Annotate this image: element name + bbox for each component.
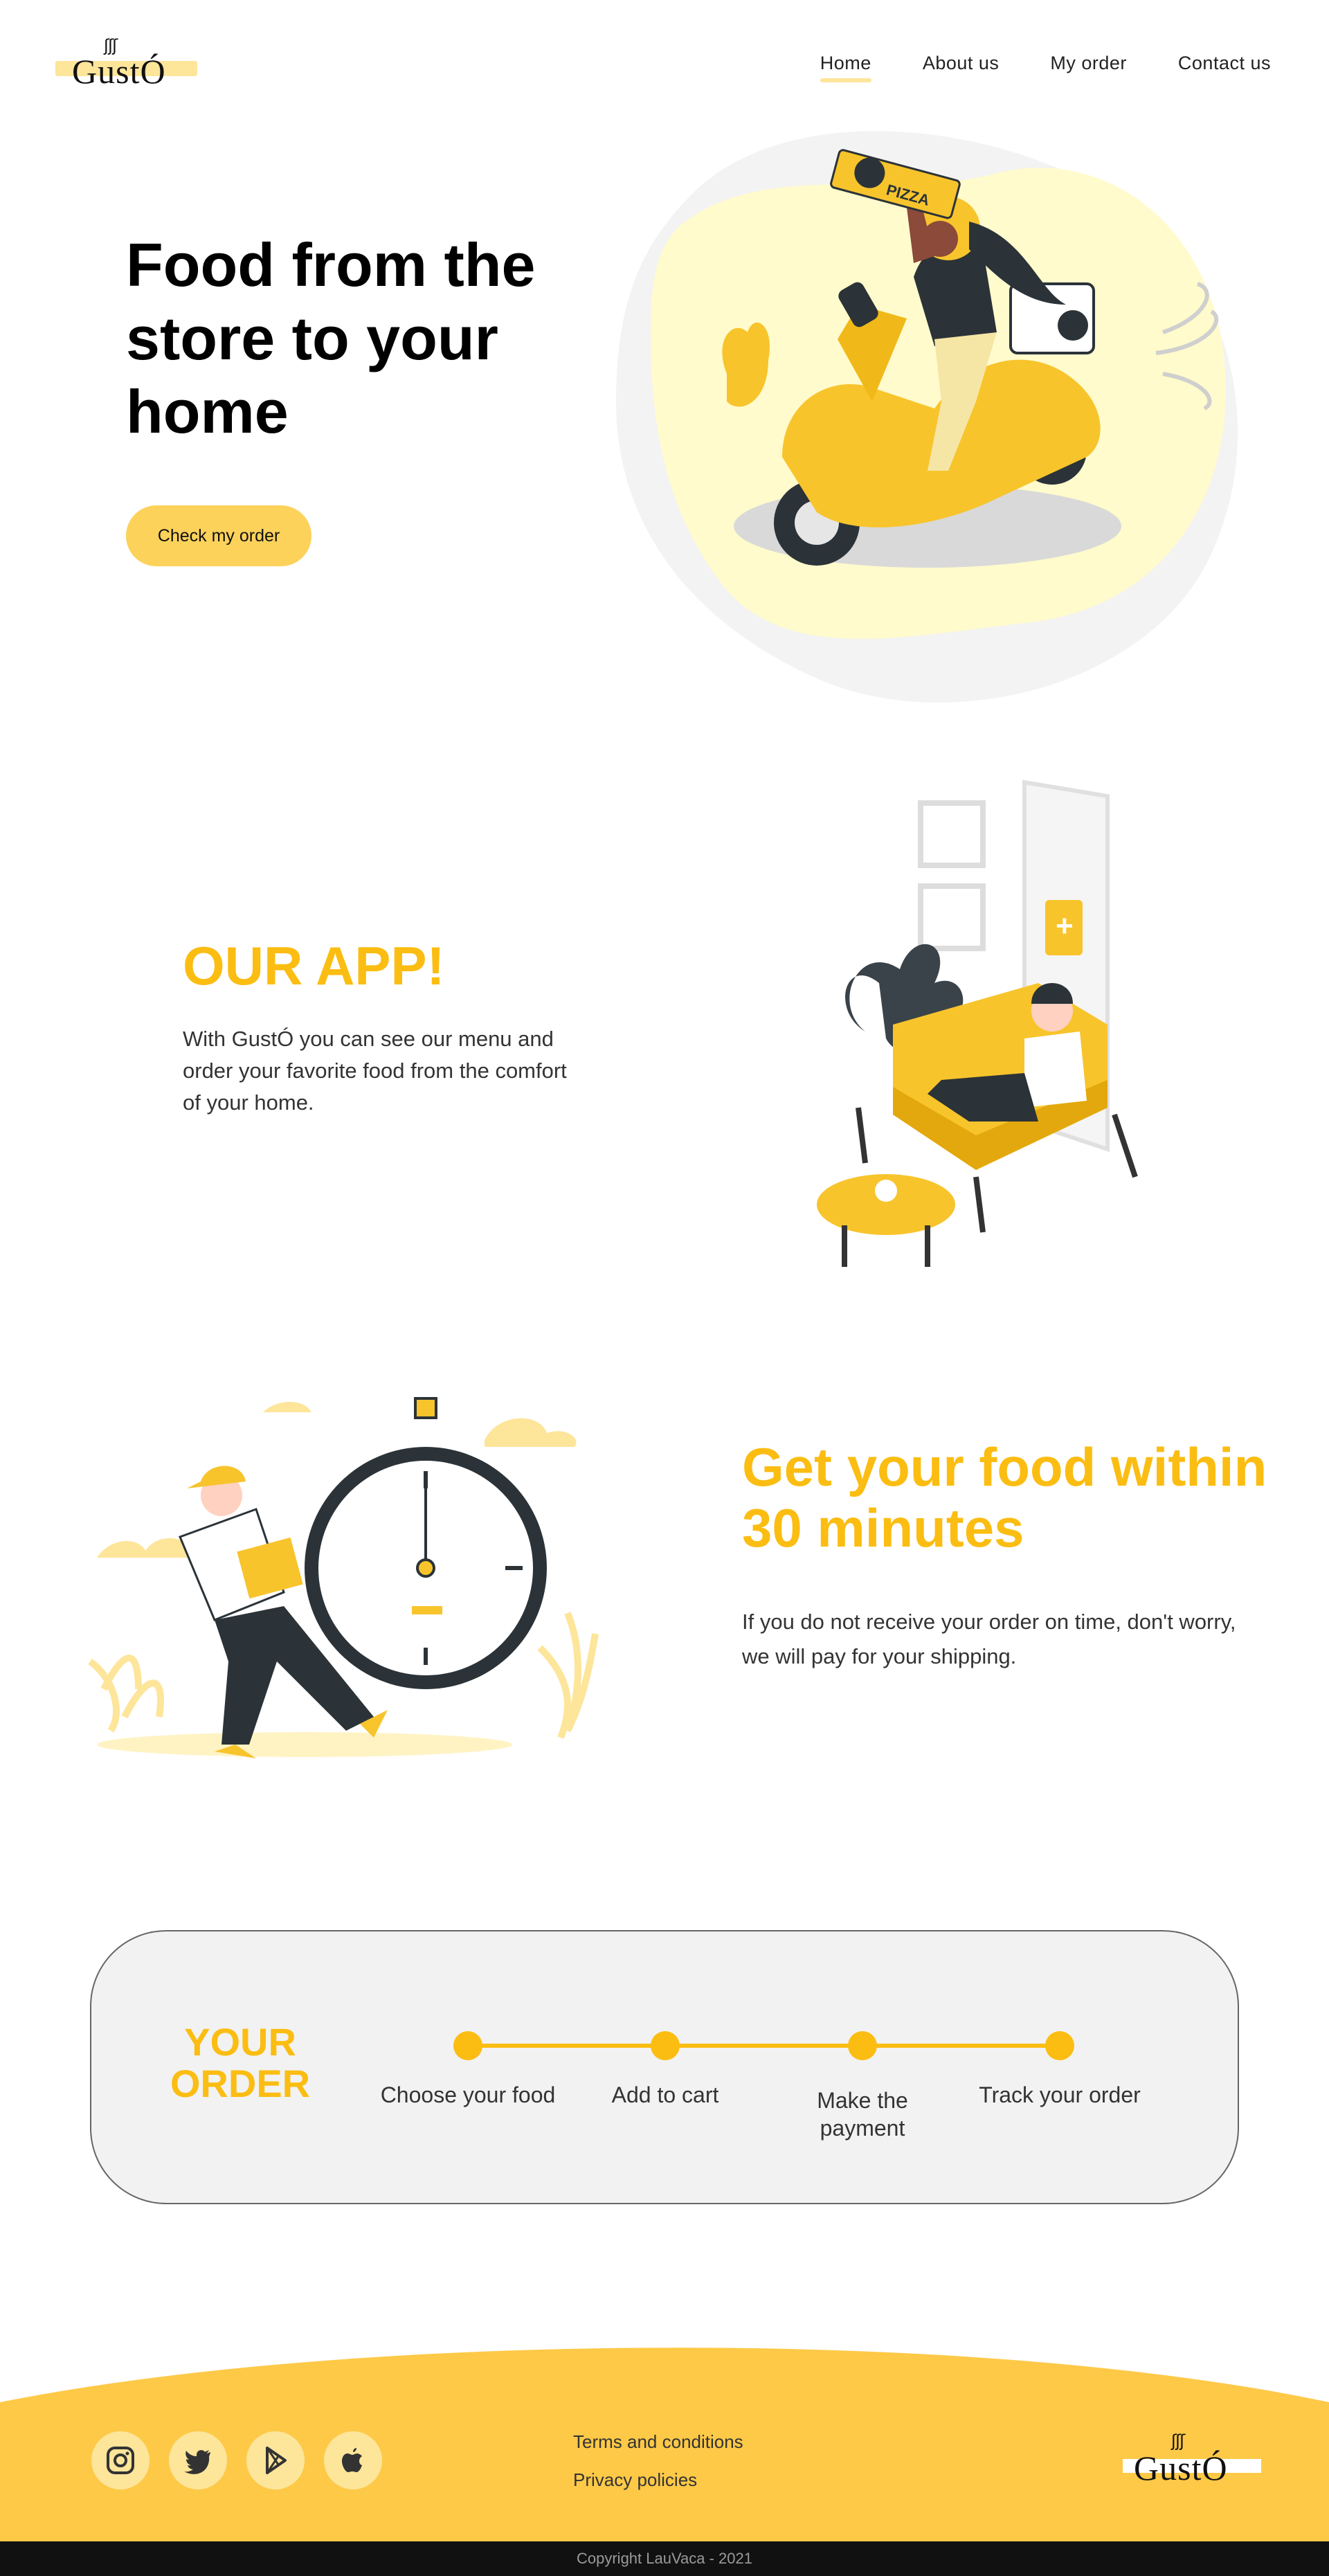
step-label-track-order: Track your order	[979, 2082, 1141, 2107]
your-order-title: YOUR ORDER	[170, 2020, 311, 2105]
footer-gusto-logo[interactable]: ʃʃʃ GustÓ	[1123, 2431, 1261, 2487]
apple-button[interactable]	[324, 2431, 382, 2489]
logo-text: GustÓ	[72, 52, 166, 91]
instagram-button[interactable]	[91, 2431, 150, 2489]
nav-link-contact-us[interactable]: Contact us	[1178, 53, 1271, 74]
gusto-logo[interactable]: ʃʃʃ GustÓ	[55, 36, 197, 91]
frame-upper	[918, 800, 986, 868]
twitter-button[interactable]	[169, 2431, 227, 2489]
step-label-choose-food: Choose your food	[380, 2082, 556, 2107]
twitter-icon	[184, 2450, 210, 2474]
delivery-scooter-illustration: PIZZA	[616, 131, 1238, 703]
step-dot-choose-food[interactable]	[453, 2031, 482, 2060]
copyright-bar: Copyright LauVaca - 2021	[0, 2541, 1329, 2576]
cloud-right	[485, 1418, 577, 1447]
fast-delivery-title: Get your food within 30 minutes	[742, 1436, 1267, 1558]
person-body	[1024, 1032, 1087, 1108]
step-dot-make-payment[interactable]	[848, 2031, 877, 2060]
privacy-link[interactable]: Privacy policies	[573, 2469, 697, 2491]
footer-logo-text: GustÓ	[1134, 2449, 1228, 2487]
frame-lower	[918, 883, 986, 951]
cloud-left	[97, 1538, 194, 1558]
hero-title: Food from the store to your home	[126, 231, 536, 446]
nav-link-about-us[interactable]: About us	[923, 53, 1000, 74]
leaves-right	[537, 1612, 599, 1739]
your-order-card: YOUR ORDER Choose your food Add to cart …	[90, 1930, 1239, 2204]
google-play-icon	[266, 2447, 287, 2474]
cloud-top	[263, 1402, 311, 1412]
google-play-button[interactable]	[246, 2431, 305, 2489]
nav-links: Home About us My order Contact us	[820, 53, 1271, 82]
nav-link-my-order[interactable]: My order	[1050, 53, 1127, 74]
app-title: OUR APP!	[183, 935, 445, 996]
leaves-left	[88, 1655, 164, 1733]
sofa-phone-illustration: +	[817, 780, 1138, 1267]
fast-delivery-description: If you do not receive your order on time…	[742, 1610, 1236, 1668]
instagram-icon	[107, 2447, 134, 2474]
step-dot-track-order[interactable]	[1045, 2031, 1074, 2060]
svg-text:+: +	[1056, 909, 1074, 943]
apple-icon	[342, 2448, 362, 2472]
steps-connector-line	[468, 2044, 1060, 2048]
check-my-order-button[interactable]: Check my order	[126, 505, 311, 566]
step-label-add-to-cart: Add to cart	[611, 2082, 719, 2107]
courier-stopwatch-illustration	[88, 1397, 599, 1758]
ground-shadow	[97, 1732, 512, 1757]
nav-link-home[interactable]: Home	[820, 53, 871, 82]
step-dot-add-to-cart[interactable]	[651, 2031, 680, 2060]
terms-link[interactable]: Terms and conditions	[573, 2431, 743, 2453]
step-label-make-payment: Make the payment	[817, 2088, 908, 2141]
app-description: With GustÓ you can see our menu and orde…	[183, 1027, 567, 1115]
